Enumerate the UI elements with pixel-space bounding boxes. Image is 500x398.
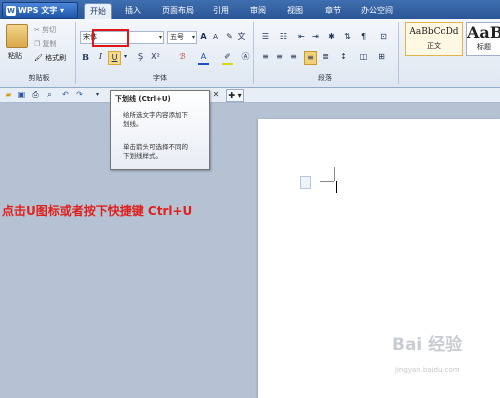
text-cursor: [336, 181, 337, 193]
char-border-icon[interactable]: Ⓐ: [240, 51, 251, 63]
shrink-font-icon[interactable]: A: [210, 31, 221, 43]
paragraph-group-label: 段落: [318, 74, 332, 82]
brush-icon: 🖌: [34, 54, 43, 62]
wps-logo-icon: W: [6, 5, 16, 16]
undo-icon[interactable]: ↶: [60, 89, 71, 101]
print-preview-icon[interactable]: ⌕: [44, 89, 55, 101]
format-painter-button[interactable]: 🖌 格式刷: [34, 52, 66, 64]
margin-corner-mark: [334, 167, 335, 181]
paste-button[interactable]: 粘贴: [8, 50, 22, 62]
group-divider: [253, 22, 254, 84]
paragraph-mark-icon: [300, 176, 311, 189]
scissors-icon: ✂: [34, 26, 40, 34]
tooltip-desc-line1: 给所选文字内容添加下: [123, 111, 188, 119]
copy-button[interactable]: ❐ 复制: [34, 38, 57, 50]
tab-review[interactable]: 审阅: [245, 3, 271, 19]
tab-references[interactable]: 引用: [208, 3, 234, 19]
decrease-indent-icon[interactable]: ⇤: [296, 31, 307, 43]
justify-icon[interactable]: ≡: [304, 51, 317, 65]
paste-icon[interactable]: [6, 24, 28, 48]
style-normal[interactable]: AaBbCcDd 正文: [405, 22, 463, 56]
app-name: WPS 文字: [18, 6, 58, 15]
watermark-logo: Bai 经验: [392, 335, 463, 355]
tab-chapter[interactable]: 章节: [320, 3, 346, 19]
tab-home[interactable]: 开始: [84, 3, 112, 20]
cut-label: 剪切: [42, 26, 57, 34]
superscript-icon[interactable]: X²: [150, 51, 161, 63]
bold-button[interactable]: B: [80, 51, 91, 63]
style-heading-sample: AaB: [467, 23, 500, 42]
increase-indent-icon[interactable]: ⇥: [310, 31, 321, 43]
new-tab-button[interactable]: ✚ ▾: [226, 89, 244, 102]
style-heading[interactable]: AaB 标题: [466, 22, 500, 56]
show-marks-icon[interactable]: ¶: [358, 31, 369, 43]
copy-icon: ❐: [34, 40, 41, 48]
tab-page-layout[interactable]: 页面布局: [158, 3, 198, 19]
borders-icon[interactable]: ⊞: [376, 51, 387, 63]
font-color-icon[interactable]: A: [198, 51, 209, 65]
chevron-down-icon: ▾: [158, 34, 162, 41]
font-group-label: 字体: [153, 74, 167, 82]
tooltip-hint-line1: 单击箭头可选择不同的: [123, 143, 188, 151]
close-document-icon[interactable]: ✕: [210, 88, 222, 101]
underline-highlight-box: [92, 29, 129, 47]
style-normal-label: 正文: [427, 42, 441, 50]
open-folder-icon[interactable]: ▰: [3, 89, 14, 101]
shading-icon[interactable]: ◫: [358, 51, 369, 63]
align-center-icon[interactable]: ≡: [274, 51, 285, 63]
phonetic-icon[interactable]: 文: [236, 31, 247, 43]
margin-corner-mark: [320, 181, 334, 182]
underline-dropdown-icon[interactable]: ▾: [120, 51, 131, 63]
tab-office-space[interactable]: 办公空间: [357, 3, 397, 19]
group-divider: [75, 22, 76, 84]
text-effect-icon[interactable]: ℬ: [177, 51, 188, 63]
redo-icon[interactable]: ↷: [74, 89, 85, 101]
tooltip-title: 下划线 (Ctrl+U): [115, 95, 171, 103]
font-size-value: 五号: [170, 33, 184, 41]
align-right-icon[interactable]: ≡: [288, 51, 299, 63]
copy-label: 复制: [42, 40, 57, 48]
sort-icon[interactable]: ⇅: [342, 31, 353, 43]
numbering-icon[interactable]: ☷: [278, 31, 289, 43]
document-page[interactable]: [258, 119, 500, 398]
tab-insert[interactable]: 插入: [120, 3, 146, 19]
strikethrough-icon[interactable]: Ş: [135, 51, 146, 63]
tab-view[interactable]: 视图: [282, 3, 308, 19]
cut-button[interactable]: ✂ 剪切: [34, 24, 56, 36]
line-spacing-icon[interactable]: ↕: [338, 51, 349, 63]
group-divider: [398, 22, 399, 84]
chevron-down-icon: ▾: [191, 34, 195, 41]
save-icon[interactable]: ▣: [16, 89, 27, 101]
bullets-icon[interactable]: ☰: [260, 31, 271, 43]
style-heading-label: 标题: [477, 43, 491, 51]
underline-tooltip: 下划线 (Ctrl+U) 给所选文字内容添加下 划线。 单击箭头可选择不同的 下…: [110, 90, 210, 170]
clipboard-group-label: 剪贴板: [28, 74, 50, 82]
tooltip-hint-line2: 下划线样式。: [123, 152, 162, 160]
italic-button[interactable]: I: [95, 51, 106, 63]
highlight-icon[interactable]: ✐: [222, 51, 233, 65]
format-painter-label: 格式刷: [45, 54, 67, 62]
customize-toolbar-icon[interactable]: ▾: [92, 89, 103, 101]
font-size-select[interactable]: 五号 ▾: [167, 31, 197, 44]
grow-font-icon[interactable]: A: [198, 31, 209, 43]
chinese-layout-icon[interactable]: ✱: [326, 31, 337, 43]
print-icon[interactable]: ⎙: [30, 89, 41, 101]
instruction-annotation: 点击U图标或者按下快捷键 Ctrl+U: [2, 204, 193, 218]
watermark-url: jingyan.baidu.com: [395, 366, 460, 374]
app-menu-button[interactable]: W WPS 文字 ▾: [2, 2, 78, 19]
distribute-icon[interactable]: ≣: [320, 51, 331, 63]
clear-format-icon[interactable]: ✎: [224, 31, 235, 43]
tab-stops-icon[interactable]: ⊡: [378, 31, 389, 43]
tooltip-desc-line2: 划线。: [123, 120, 143, 128]
style-normal-sample: AaBbCcDd: [409, 27, 459, 37]
align-left-icon[interactable]: ≡: [260, 51, 271, 63]
